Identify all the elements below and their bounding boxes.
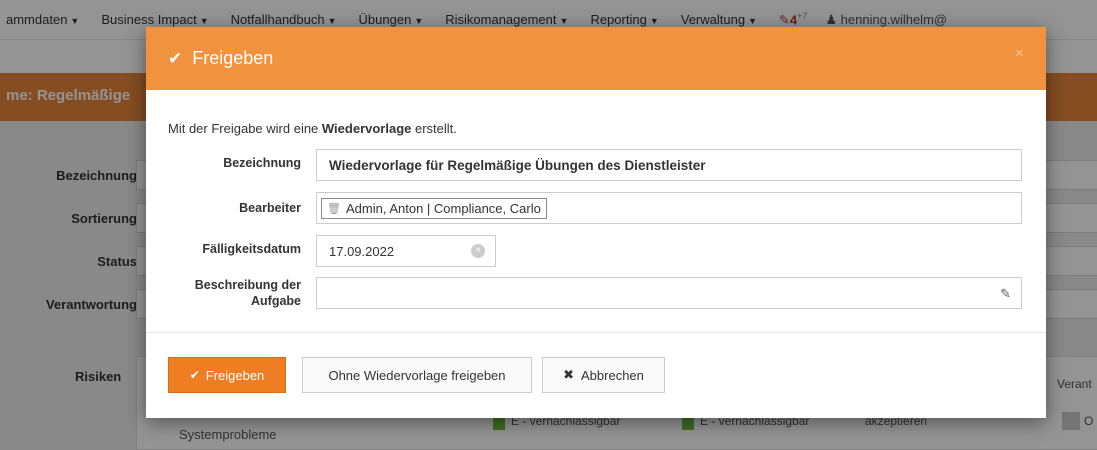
beschreibung-label: Beschreibung der Aufgabe [195, 277, 301, 309]
bearbeiter-input[interactable]: 🗑 Admin, Anton | Compliance, Carlo [316, 192, 1022, 224]
edit-icon[interactable]: ✎ [1000, 286, 1011, 302]
intro-prefix: Mit der Freigabe wird eine [168, 121, 322, 136]
bearbeiter-tag-label: Admin, Anton | Compliance, Carlo [345, 200, 541, 216]
ohne-wiedervorlage-button[interactable]: Ohne Wiedervorlage freigeben [302, 357, 532, 393]
trash-icon[interactable]: 🗑 [327, 202, 341, 215]
abbrechen-button[interactable]: ✖ Abbrechen [542, 357, 665, 393]
bezeichnung-value: Wiedervorlage für Regelmäßige Übungen de… [329, 157, 706, 173]
intro-bold: Wiedervorlage [321, 121, 412, 136]
clear-icon[interactable]: × [471, 244, 485, 258]
close-icon[interactable]: × [1015, 45, 1024, 63]
beschreibung-input[interactable]: ✎ [316, 277, 1022, 309]
check-icon: ✔ [168, 48, 183, 68]
beschreibung-label-line1: Beschreibung der [194, 278, 301, 292]
footer-divider [146, 332, 1046, 333]
beschreibung-label-line2: Aufgabe [251, 294, 301, 308]
dialog-intro-text: Mit der Freigabe wird eine Wiedervorlage… [168, 121, 457, 136]
freigeben-button-label: Freigeben [205, 367, 265, 383]
faelligkeitsdatum-label: Fälligkeitsdatum [202, 242, 301, 256]
ohne-wiedervorlage-button-label: Ohne Wiedervorlage freigeben [328, 367, 506, 383]
close-icon: ✖ [563, 367, 574, 382]
intro-suffix: erstellt. [411, 121, 457, 136]
freigeben-button[interactable]: ✔ Freigeben [168, 357, 286, 393]
faelligkeitsdatum-input[interactable]: 17.09.2022 × [316, 235, 496, 267]
bearbeiter-label: Bearbeiter [239, 201, 301, 215]
dialog-header: ✔ Freigeben × [146, 27, 1046, 90]
abbrechen-button-label: Abbrechen [581, 367, 644, 383]
bezeichnung-input[interactable]: Wiedervorlage für Regelmäßige Übungen de… [316, 149, 1022, 181]
faelligkeitsdatum-value: 17.09.2022 [329, 243, 395, 259]
bezeichnung-label: Bezeichnung [223, 156, 301, 170]
check-icon: ✔ [189, 368, 200, 382]
dialog-title: Freigeben [192, 48, 274, 68]
bearbeiter-tag[interactable]: 🗑 Admin, Anton | Compliance, Carlo [321, 197, 547, 219]
freigeben-dialog: ✔ Freigeben × Mit der Freigabe wird eine… [146, 27, 1046, 418]
